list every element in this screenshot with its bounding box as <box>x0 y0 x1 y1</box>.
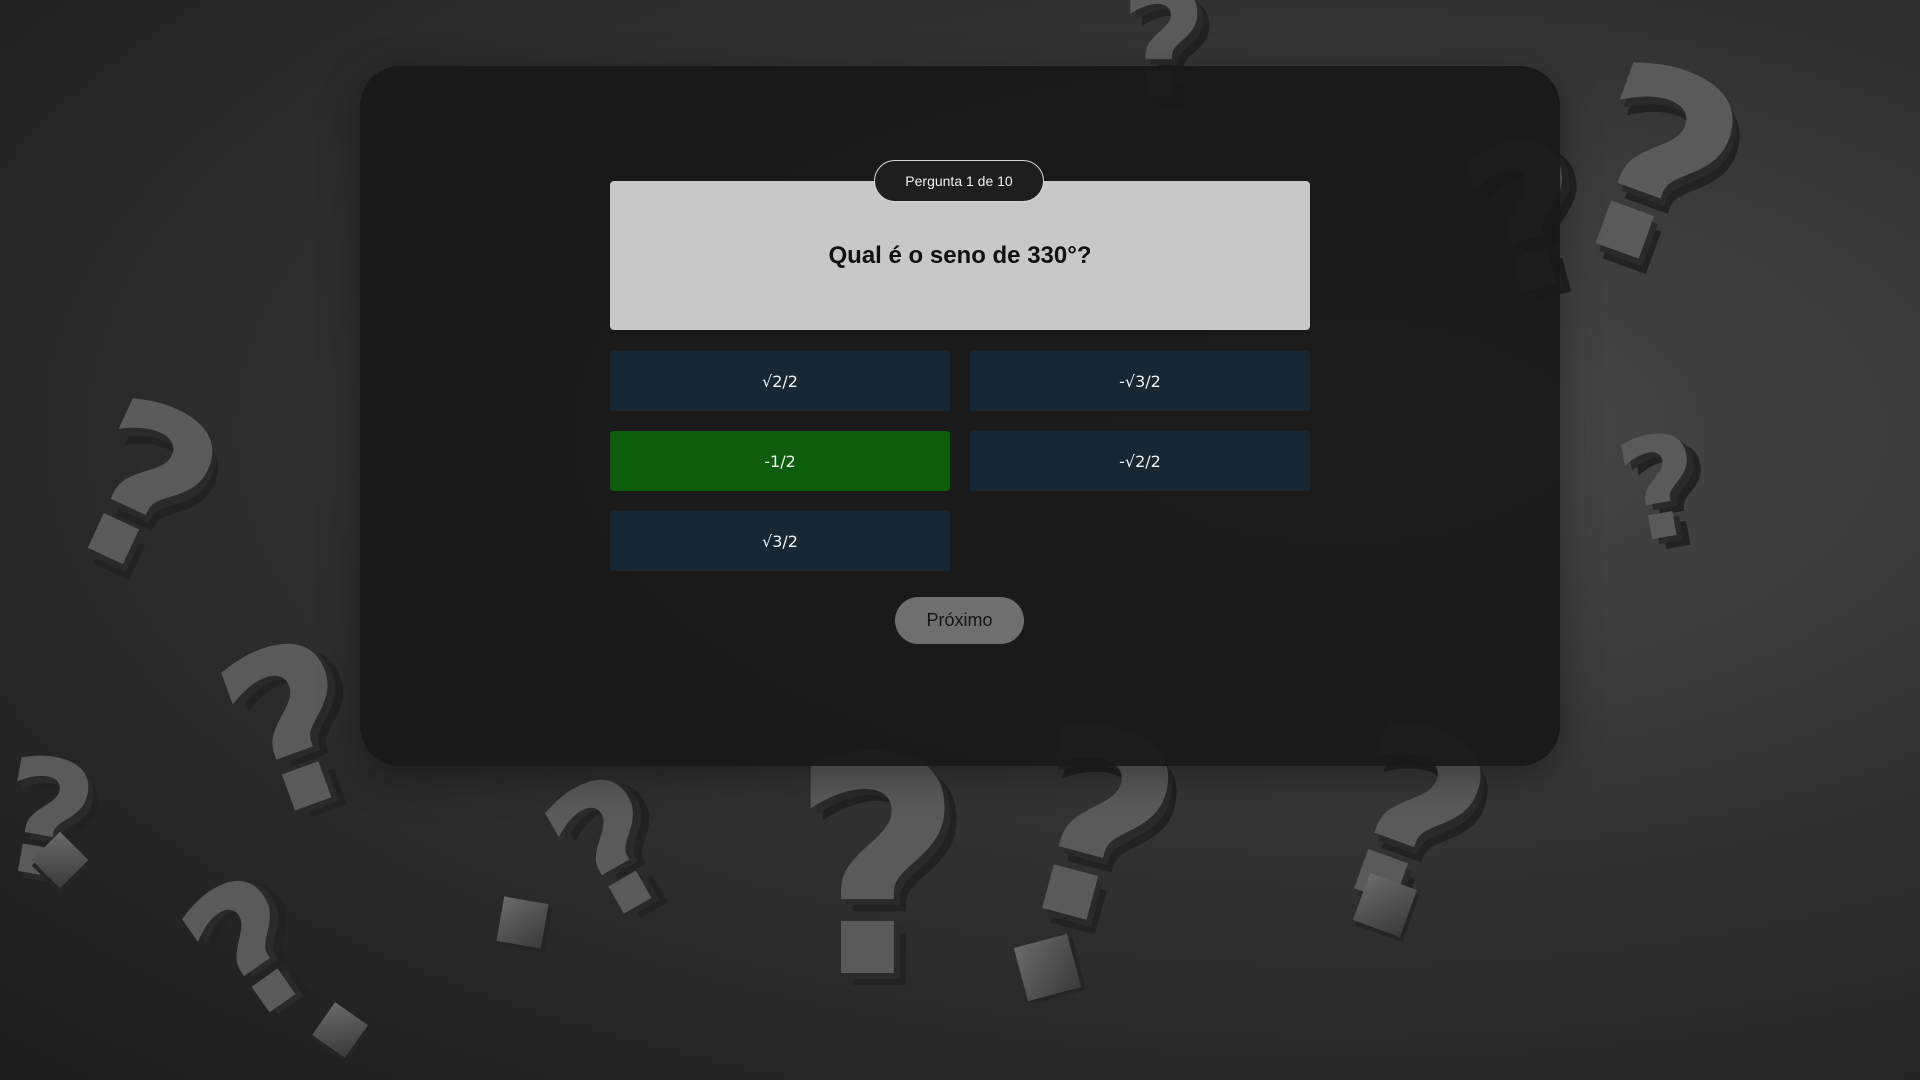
answer-option[interactable]: -√3/2 <box>970 351 1310 411</box>
question-card: Qual é o seno de 330°? <box>610 181 1310 330</box>
answer-option[interactable]: √3/2 <box>610 511 950 571</box>
answer-option-correct[interactable]: -1/2 <box>610 431 950 491</box>
question-counter-badge: Pergunta 1 de 10 <box>874 160 1044 202</box>
quiz-panel: Qual é o seno de 330°? Pergunta 1 de 10 … <box>360 66 1560 766</box>
answer-option[interactable]: √2/2 <box>610 351 950 411</box>
question-text: Qual é o seno de 330°? <box>828 241 1092 269</box>
cube-shape <box>496 896 549 949</box>
question-mark-icon: ? <box>1606 402 1715 577</box>
question-mark-icon: ? <box>149 834 355 1066</box>
answer-option[interactable]: -√2/2 <box>970 431 1310 491</box>
question-mark-icon: ? <box>31 347 256 633</box>
next-button[interactable]: Próximo <box>895 597 1024 644</box>
question-mark-icon: ? <box>514 732 710 967</box>
answer-options: √2/2 -√3/2 -1/2 -√2/2 √3/2 <box>610 351 1310 571</box>
